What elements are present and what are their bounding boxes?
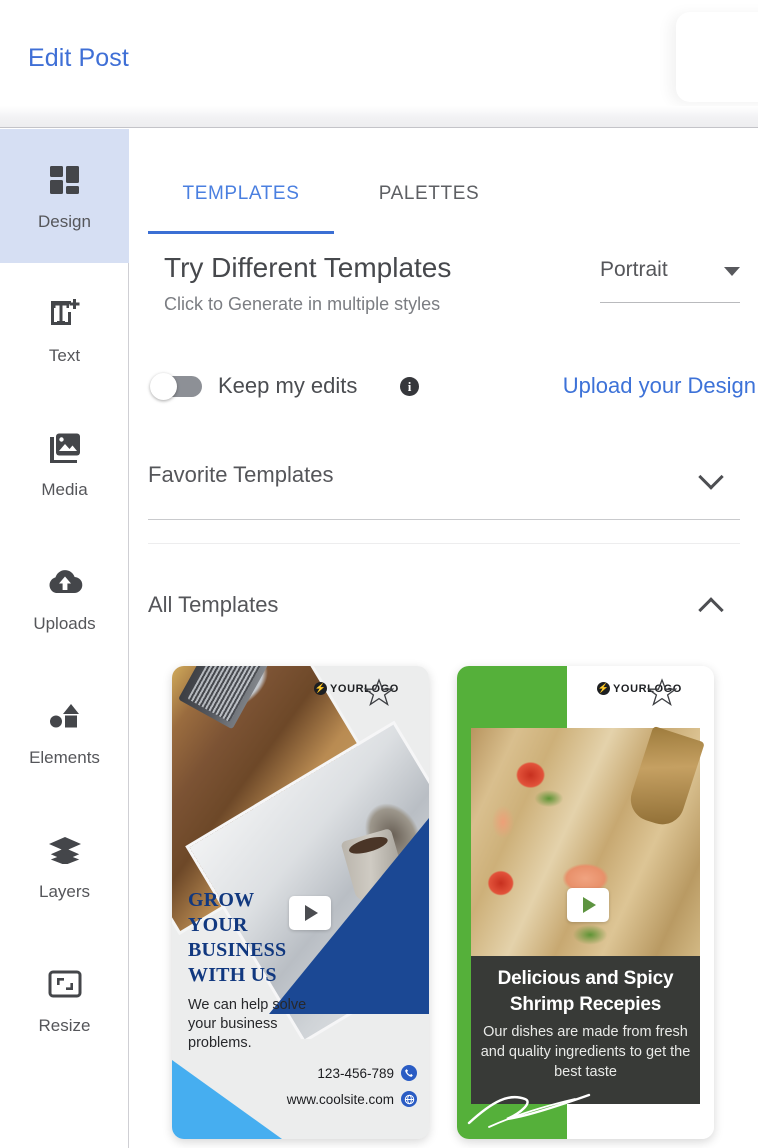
left-sidebar: Design Text Media Uploads Elements Layer… [0, 129, 129, 1148]
play-triangle [583, 897, 596, 913]
toggle-knob [150, 373, 177, 400]
main-panel: TEMPLATES PALETTES Try Different Templat… [130, 129, 758, 1148]
template-body-text: Our dishes are made from fresh and quali… [480, 1024, 691, 1080]
resize-frame-icon [45, 964, 85, 1004]
headline-line: YOUR [188, 914, 248, 936]
play-icon[interactable] [567, 888, 609, 922]
sidebar-item-layers[interactable]: Layers [0, 799, 129, 933]
section-heading: Try Different Templates Click to Generat… [130, 249, 758, 339]
chevron-down-icon [724, 267, 740, 276]
page-title: Edit Post [28, 44, 129, 72]
phone-icon [401, 1065, 417, 1081]
bolt-icon: ⚡ [597, 682, 610, 695]
logo-watermark: ⚡ YOURLOGO [314, 678, 399, 706]
sidebar-item-label: Resize [38, 1016, 91, 1035]
template-card[interactable]: Delicious and Spicy Shrimp Recepies Our … [457, 666, 714, 1139]
headline-line: BUSINESS [188, 939, 287, 961]
cloud-upload-icon [45, 562, 85, 602]
section-all-templates[interactable]: All Templates [148, 569, 740, 641]
chevron-down-icon [698, 462, 724, 488]
app-header: Edit Post [0, 0, 758, 128]
sidebar-item-resize[interactable]: Resize [0, 933, 129, 1067]
keep-edits-row: Keep my edits i Upload your Design [130, 367, 758, 411]
template-preview: ⚡ YOURLOGO GROW YOUR BUSINESS WITH US We… [172, 666, 429, 1139]
section-divider-secondary [148, 543, 740, 544]
phone-number: 123-456-789 [317, 1065, 394, 1081]
keep-edits-toggle[interactable] [150, 373, 202, 400]
template-preview: Delicious and Spicy Shrimp Recepies Our … [457, 666, 714, 1139]
orientation-select[interactable]: Portrait [600, 255, 740, 303]
star-outline-icon [647, 678, 677, 706]
dashboard-grid-icon [45, 160, 85, 200]
template-grid: ⚡ YOURLOGO GROW YOUR BUSINESS WITH US We… [130, 659, 758, 1148]
section-label: All Templates [148, 592, 279, 617]
tab-bar: TEMPLATES PALETTES [148, 169, 748, 231]
header-divider [0, 106, 758, 128]
sidebar-item-label: Uploads [33, 614, 96, 633]
chevron-up-icon [698, 592, 724, 618]
fork-shape [625, 725, 705, 831]
play-triangle [305, 905, 318, 921]
contact-phone-row: 123-456-789 [317, 1065, 417, 1081]
star-outline-icon [364, 678, 394, 706]
section-favorite-templates[interactable]: Favorite Templates [148, 439, 740, 511]
heading-title: Try Different Templates [164, 252, 452, 283]
template-card[interactable]: ⚡ YOURLOGO GROW YOUR BUSINESS WITH US We… [172, 666, 429, 1139]
logo-watermark: ⚡ YOURLOGO [597, 678, 682, 706]
bolt-icon: ⚡ [314, 682, 327, 695]
signature-flourish-icon [467, 1093, 591, 1128]
contact-website-row: www.coolsite.com [287, 1091, 417, 1107]
heading-subtitle: Click to Generate in multiple styles [164, 294, 441, 314]
globe-icon [401, 1091, 417, 1107]
laptop-shape [178, 666, 283, 730]
orientation-value: Portrait [600, 258, 668, 281]
sidebar-item-design[interactable]: Design [0, 129, 129, 263]
add-text-icon [45, 294, 85, 334]
sidebar-item-uploads[interactable]: Uploads [0, 531, 129, 665]
sidebar-item-label: Text [48, 346, 81, 365]
template-body-text: We can help solve your business problems… [188, 997, 307, 1051]
sidebar-item-media[interactable]: Media [0, 397, 129, 531]
image-library-icon [45, 428, 85, 468]
tab-active-indicator [148, 231, 334, 234]
app-root: Edit Post Design Text Media Uploads Elem… [0, 0, 758, 1148]
upload-design-link[interactable]: Upload your Design [563, 367, 756, 405]
section-label: Favorite Templates [148, 462, 334, 487]
tab-templates[interactable]: TEMPLATES [148, 169, 334, 219]
keep-edits-label: Keep my edits [218, 373, 358, 398]
template-headline: GROW YOUR BUSINESS WITH US [188, 888, 286, 988]
website-url: www.coolsite.com [286, 1091, 394, 1107]
layers-stack-icon [45, 830, 85, 870]
headline-line: WITH US [188, 964, 277, 986]
photo-shrimp-pasta [471, 725, 705, 963]
info-icon[interactable]: i [400, 377, 419, 396]
sidebar-item-elements[interactable]: Elements [0, 665, 129, 799]
sidebar-item-label: Media [41, 480, 88, 499]
headline-line: GROW [188, 889, 255, 911]
sidebar-item-label: Design [38, 212, 91, 231]
header-action-card[interactable] [676, 12, 758, 102]
sidebar-item-text[interactable]: Text [0, 263, 129, 397]
section-divider [148, 519, 740, 520]
shapes-icon [45, 696, 85, 736]
sidebar-item-label: Elements [29, 748, 100, 767]
play-icon[interactable] [289, 896, 331, 930]
sidebar-item-label: Layers [38, 882, 91, 901]
tab-palettes[interactable]: PALETTES [334, 169, 524, 219]
template-headline: Delicious and Spicy Shrimp Recepies [497, 968, 674, 1015]
